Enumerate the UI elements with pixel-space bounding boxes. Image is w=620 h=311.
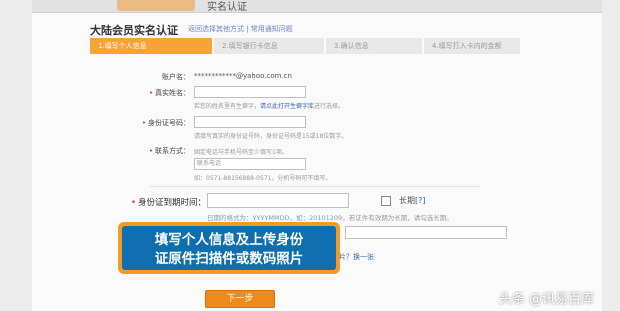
- progress-steps: 1.填写个人信息 2.填写银行卡信息 3.确认信息 4.填写打入卡内的金额: [90, 38, 520, 54]
- step-label: 3.确认信息: [334, 42, 369, 50]
- site-logo: [117, 0, 195, 11]
- required-mark-icon: •: [141, 119, 146, 127]
- longterm-label: 长期[?]: [399, 195, 426, 206]
- realname-input[interactable]: [194, 86, 306, 98]
- expiry-label-text: 身份证到期时间：: [137, 198, 206, 208]
- realname-hint-text: 若您的姓名里有生僻字，: [194, 103, 261, 110]
- step-2: 2.填写银行卡信息: [214, 38, 324, 54]
- top-bar: 实名认证: [32, 0, 602, 13]
- callout-line-1: 填写个人信息及上传身份: [154, 232, 304, 248]
- id-number-input[interactable]: [194, 116, 306, 128]
- next-step-button[interactable]: 下一步: [205, 290, 275, 308]
- section-divider: [150, 186, 480, 187]
- phone-hint: 如：0571-88156888-0571，分机号码可不填写。: [194, 175, 332, 182]
- id-label-text: 身份证号码：: [148, 119, 190, 127]
- heading-links[interactable]: 返回选择其他方式 | 常用通知问题: [188, 24, 293, 34]
- realname-hint-tail: 进行选择。: [314, 103, 345, 110]
- realname-hint: 若您的姓名里有生僻字，请点此打开生僻字库进行选择。: [194, 101, 344, 110]
- step-1: 1.填写个人信息: [90, 38, 212, 54]
- required-mark-icon: •: [148, 147, 153, 155]
- expiry-hint: 日期的格式为：YYYYMMDD，如：20101209。若证件有效期为长期，请勾选…: [207, 214, 453, 222]
- required-mark-icon: •: [148, 89, 153, 97]
- account-value: ************@yahoo.com.cn: [194, 72, 292, 80]
- account-label: 账户名：: [162, 73, 190, 81]
- id-hint: 请填写真实的身份证号码，身份证号码是15或18位数字。: [194, 133, 348, 140]
- longterm-checkbox[interactable]: [381, 196, 391, 206]
- step-label: 4.填写打入卡内的金额: [432, 42, 502, 50]
- expiry-date-input[interactable]: [207, 193, 349, 208]
- contact-label: • 联系方式：: [110, 146, 190, 156]
- instruction-callout: 填写个人信息及上传身份 证原件扫描件或数码照片: [118, 222, 340, 274]
- callout-body: 填写个人信息及上传身份 证原件扫描件或数码照片: [122, 226, 336, 270]
- step-label: 1.填写个人信息: [98, 42, 147, 50]
- callout-line-2: 证原件扫描件或数码照片: [154, 251, 304, 267]
- longterm-label-text: 长期: [399, 196, 415, 205]
- contact-hint: 固定电话与手机号码至少填写1项。: [194, 149, 288, 156]
- page-heading: 大陆会员实名认证: [90, 24, 178, 37]
- required-mark-icon: •: [130, 198, 136, 208]
- upload-field[interactable]: [345, 226, 507, 239]
- step-3: 3.确认信息: [326, 38, 422, 54]
- left-margin: [0, 0, 32, 311]
- realname-label-text: 真实姓名：: [155, 89, 190, 97]
- longterm-help-icon[interactable]: [?]: [415, 196, 426, 205]
- watermark: 头条 @讯易百库: [498, 292, 594, 307]
- mobile-input[interactable]: 联系电话: [194, 158, 306, 170]
- rare-char-link[interactable]: 请点此打开生僻字库: [260, 103, 314, 110]
- id-label: • 身份证号码：: [110, 118, 190, 128]
- contact-label-text: 联系方式：: [155, 147, 190, 155]
- expiry-label: • 身份证到期时间：: [88, 196, 206, 208]
- header-title: 实名认证: [207, 2, 247, 13]
- step-label: 2.填写银行卡信息: [222, 42, 278, 50]
- refresh-image-link[interactable]: 片？换一张: [339, 252, 374, 262]
- step-4: 4.填写打入卡内的金额: [424, 38, 520, 54]
- realname-label: • 真实姓名：: [110, 88, 190, 98]
- right-margin: [602, 0, 620, 311]
